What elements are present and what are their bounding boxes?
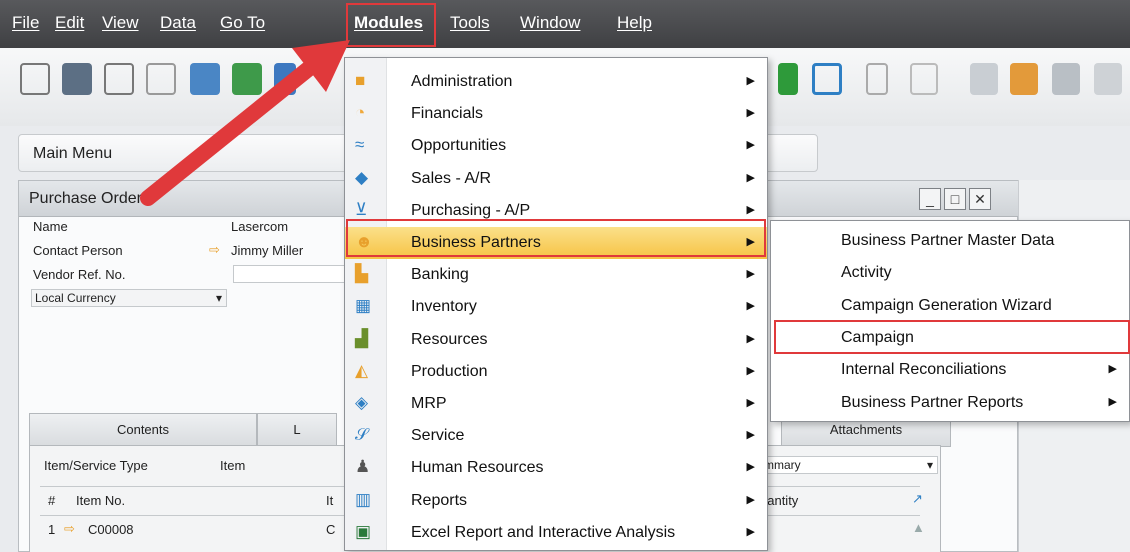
callout-arrow-icon bbox=[140, 40, 350, 206]
sap-window: { "menubar": { "items": [ {"label": "Fil… bbox=[0, 0, 1130, 552]
